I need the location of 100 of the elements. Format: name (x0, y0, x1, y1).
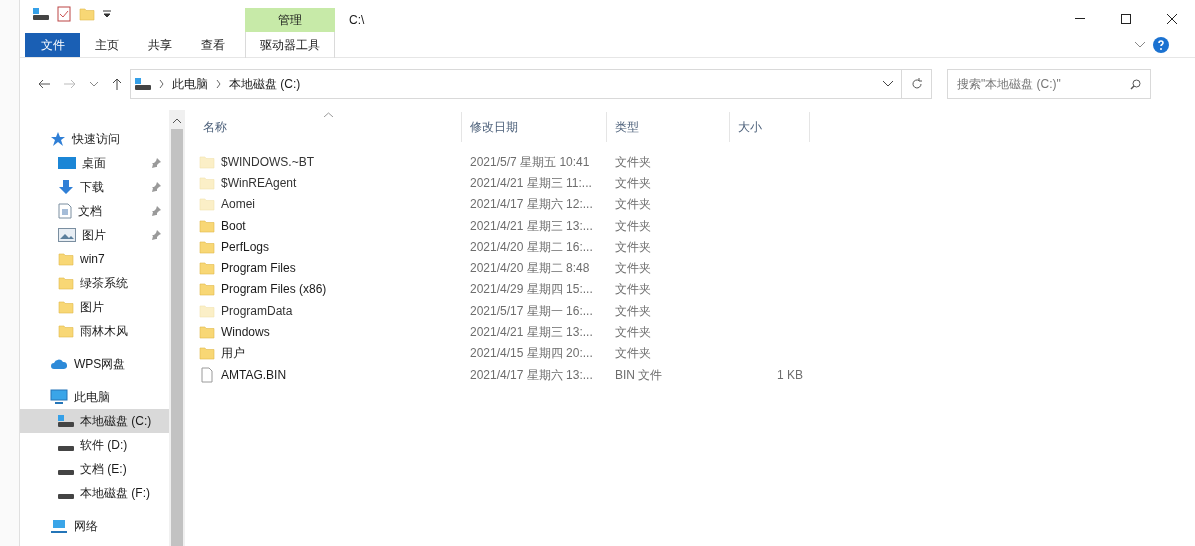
modified-date: 2021/4/15 星期四 20:... (469, 345, 594, 363)
drive-icon (58, 445, 74, 451)
picture-icon (58, 228, 76, 242)
nav-label: 桌面 (82, 155, 106, 172)
column-header[interactable]: 修改日期 (462, 112, 607, 142)
scrollbar-thumb[interactable] (171, 129, 183, 546)
pin-icon[interactable] (151, 230, 161, 240)
nav-item[interactable]: 快速访问 (20, 127, 169, 151)
nav-label: 文档 (E:) (80, 461, 127, 478)
file-type: 文件夹 (614, 238, 652, 256)
file-row[interactable]: Boot 2021/4/21 星期三 13:... 文件夹 (195, 214, 1195, 237)
nav-item[interactable]: 文档 (E:) (20, 457, 169, 481)
maximize-icon (1121, 14, 1131, 24)
file-name: Windows (221, 324, 270, 341)
file-type: 文件夹 (614, 174, 652, 192)
scrollbar[interactable] (169, 110, 185, 546)
breadcrumb[interactable]: 本地磁盘 (C:) (229, 75, 301, 93)
sort-caret-icon[interactable] (324, 112, 333, 117)
help-icon[interactable] (1153, 36, 1169, 53)
back-icon[interactable] (38, 79, 50, 89)
star-icon (50, 131, 66, 147)
document-icon (58, 203, 72, 219)
cloud-icon (50, 357, 68, 371)
file-row[interactable]: Aomei 2021/4/17 星期六 12:... 文件夹 (195, 193, 1195, 215)
modified-date: 2021/5/17 星期一 16:... (469, 302, 594, 320)
column-header[interactable]: 大小 (730, 112, 810, 142)
breadcrumb-separator-icon[interactable] (216, 80, 221, 88)
recent-caret-icon[interactable] (90, 81, 98, 87)
properties-icon[interactable] (57, 6, 71, 22)
nav-item[interactable]: 文档 (20, 199, 169, 223)
refresh-icon (910, 78, 923, 90)
nav-label: 图片 (80, 299, 104, 316)
file-row[interactable]: Program Files (x86) 2021/4/29 星期四 15:... 文件夹 (195, 278, 1195, 301)
dropdown-caret-icon[interactable] (883, 81, 893, 87)
file-row[interactable]: AMTAG.BIN 2021/4/17 星期六 13:... BIN 文件 1 KB (195, 363, 1195, 386)
ribbon-tab[interactable]: 主页 (80, 32, 133, 57)
address-bar[interactable]: 此电脑 本地磁盘 (C:) (130, 69, 902, 99)
folder-icon (58, 275, 74, 291)
nav-item[interactable]: 本地磁盘 (F:) (20, 481, 169, 505)
file-name: ProgramData (221, 302, 293, 320)
file-row[interactable]: ProgramData 2021/5/17 星期一 16:... 文件夹 (195, 300, 1195, 322)
search-field[interactable]: 搜索"本地磁盘 (C:)" (947, 69, 1151, 99)
pin-icon[interactable] (151, 158, 161, 168)
file-row[interactable]: Program Files 2021/4/20 星期二 8:48 文件夹 (195, 257, 1195, 279)
file-name: PerfLogs (221, 238, 270, 256)
file-type: 文件夹 (614, 324, 652, 341)
folder-icon (58, 323, 74, 339)
breadcrumb[interactable]: 此电脑 (172, 75, 208, 93)
drive-icon (33, 8, 49, 20)
file-name: Aomei (221, 196, 255, 214)
nav-item[interactable]: 桌面 (20, 151, 169, 175)
file-tab[interactable]: 文件 (25, 32, 80, 57)
nav-item[interactable]: 本地磁盘 (C:) (20, 409, 169, 433)
nav-item[interactable]: 图片 (20, 223, 169, 247)
ribbon-tab[interactable]: 共享 (133, 32, 186, 57)
search-icon (1130, 78, 1141, 90)
forward-icon[interactable] (64, 79, 76, 89)
file-row[interactable]: PerfLogs 2021/4/20 星期二 16:... 文件夹 (195, 236, 1195, 258)
modified-date: 2021/4/20 星期二 8:48 (469, 260, 591, 278)
file-name: $WinREAgent (221, 174, 297, 192)
nav-item[interactable]: 软件 (D:) (20, 433, 169, 457)
file-type: 文件夹 (614, 153, 652, 171)
file-size: 1 KB (776, 366, 803, 384)
scroll-up-icon[interactable] (173, 118, 181, 123)
nav-item[interactable]: 绿茶系统 (20, 271, 169, 295)
chevron-down-icon[interactable] (1135, 41, 1145, 48)
ribbon-tab[interactable]: 查看 (186, 32, 239, 57)
file-row[interactable]: $WINDOWS.~BT 2021/5/7 星期五 10:41 文件夹 (195, 151, 1195, 173)
file-row[interactable]: Windows 2021/4/21 星期三 13:... 文件夹 (195, 321, 1195, 343)
drive-icon (58, 493, 74, 499)
nav-label: 网络 (74, 518, 98, 535)
pin-icon[interactable] (151, 206, 161, 216)
nav-label: 此电脑 (74, 389, 110, 406)
file-type: 文件夹 (614, 345, 652, 363)
customize-caret-icon[interactable] (103, 10, 111, 18)
nav-item[interactable]: 下载 (20, 175, 169, 199)
nav-item[interactable]: win7 (20, 247, 169, 271)
nav-item[interactable]: 网络 (20, 514, 169, 538)
file-name: Program Files (221, 260, 296, 278)
file-name: AMTAG.BIN (221, 366, 287, 384)
new-folder-icon (79, 6, 95, 22)
refresh-button[interactable] (902, 69, 932, 99)
file-row[interactable]: $WinREAgent 2021/4/21 星期三 11:... 文件夹 (195, 172, 1195, 194)
search-input[interactable]: 搜索"本地磁盘 (C:)" (957, 75, 1130, 93)
down-arrow-icon (58, 179, 74, 195)
up-icon[interactable] (112, 78, 122, 90)
file-type: 文件夹 (614, 217, 652, 235)
folder-icon (58, 299, 74, 315)
column-header[interactable]: 类型 (607, 112, 730, 142)
nav-item[interactable]: 雨林木风 (20, 319, 169, 343)
breadcrumb-separator-icon[interactable] (159, 80, 164, 88)
nav-item[interactable]: 图片 (20, 295, 169, 319)
modified-date: 2021/4/21 星期三 13:... (469, 324, 594, 341)
file-row[interactable]: 用户 2021/4/15 星期四 20:... 文件夹 (195, 342, 1195, 364)
file-type: 文件夹 (614, 281, 652, 299)
column-header[interactable]: 名称 (195, 112, 462, 142)
nav-item[interactable]: WPS网盘 (20, 352, 169, 376)
pin-icon[interactable] (151, 182, 161, 192)
nav-item[interactable]: 此电脑 (20, 385, 169, 409)
network-icon (50, 518, 68, 534)
